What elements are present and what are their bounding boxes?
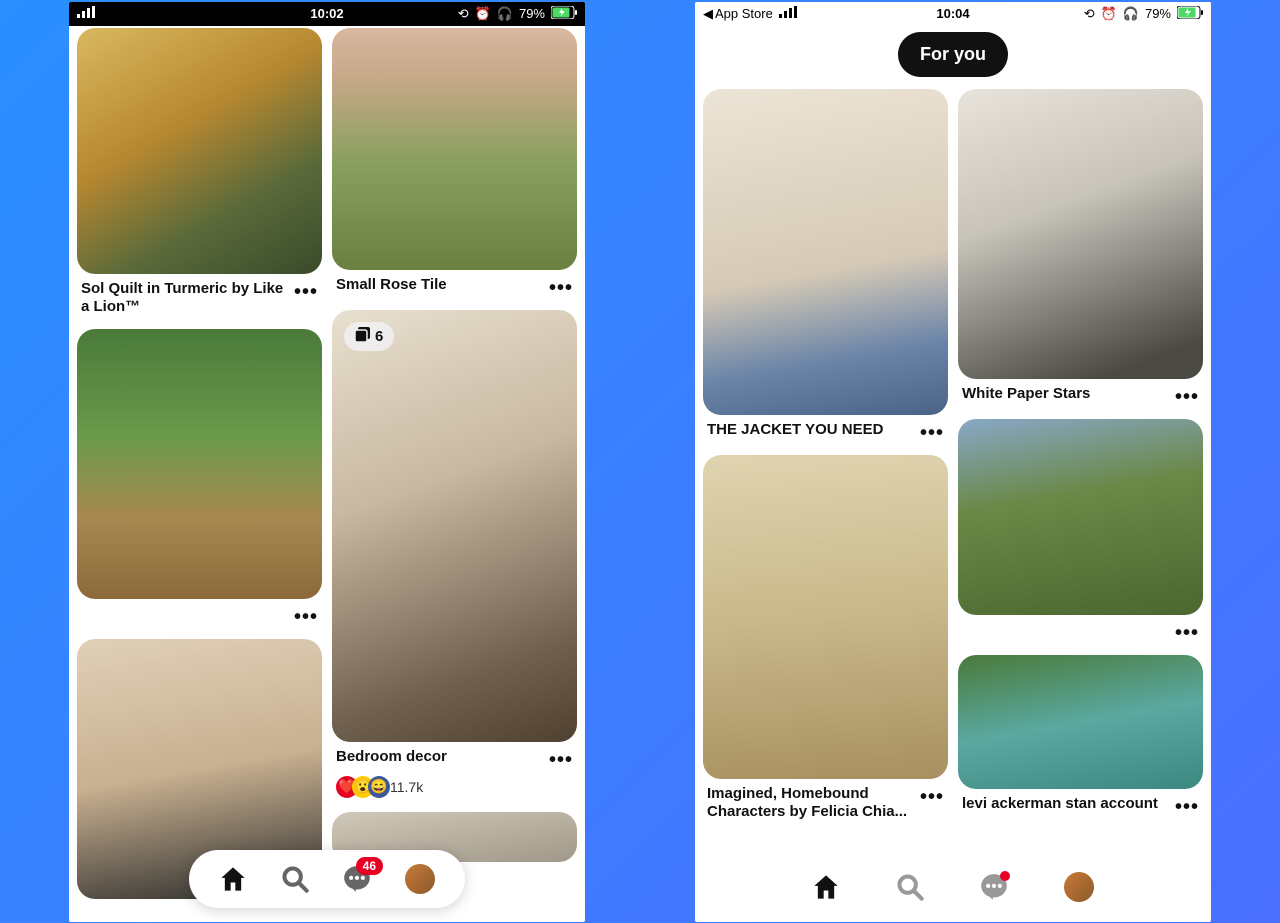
status-bar: ◀ App Store 10:04 ⟲ ⏰ 🎧 79% bbox=[695, 2, 1211, 26]
pin-card[interactable]: THE JACKET YOU NEED ••• bbox=[703, 89, 948, 447]
more-options-icon[interactable]: ••• bbox=[920, 785, 944, 807]
status-bar: 10:02 ⟲ ⏰ 🎧 79% bbox=[69, 2, 585, 26]
more-options-icon[interactable]: ••• bbox=[549, 748, 573, 770]
pin-feed[interactable]: THE JACKET YOU NEED ••• Imagined, Homebo… bbox=[695, 89, 1211, 827]
profile-avatar[interactable] bbox=[405, 864, 435, 894]
pin-title: Imagined, Homebound Characters by Felici… bbox=[707, 785, 920, 823]
orientation-lock-icon: ⟲ bbox=[1084, 6, 1095, 22]
for-you-tab[interactable]: For you bbox=[898, 32, 1008, 77]
status-time: 10:02 bbox=[310, 6, 343, 21]
more-options-icon[interactable]: ••• bbox=[1175, 621, 1199, 643]
signal-icon bbox=[77, 6, 95, 21]
pin-feed[interactable]: Sol Quilt in Turmeric by Like a Lion™ ••… bbox=[69, 28, 585, 900]
headphones-icon: 🎧 bbox=[497, 6, 513, 22]
notification-dot bbox=[1000, 871, 1010, 881]
alarm-icon: ⏰ bbox=[475, 6, 491, 22]
pin-image[interactable] bbox=[958, 419, 1203, 615]
more-options-icon[interactable]: ••• bbox=[1175, 795, 1199, 817]
phone-screen-2: ◀ App Store 10:04 ⟲ ⏰ 🎧 79% For you T bbox=[695, 2, 1211, 922]
headphones-icon: 🎧 bbox=[1123, 6, 1139, 22]
search-icon[interactable] bbox=[896, 873, 924, 901]
more-options-icon[interactable]: ••• bbox=[1175, 385, 1199, 407]
more-options-icon[interactable]: ••• bbox=[549, 276, 573, 298]
chevron-left-icon: ◀ bbox=[703, 6, 713, 22]
pin-image[interactable] bbox=[332, 28, 577, 270]
pin-title: Sol Quilt in Turmeric by Like a Lion™ bbox=[81, 280, 294, 318]
battery-percent: 79% bbox=[519, 6, 545, 21]
pin-card[interactable]: levi ackerman stan account ••• bbox=[958, 655, 1203, 821]
pin-card[interactable]: White Paper Stars ••• bbox=[958, 89, 1203, 411]
battery-percent: 79% bbox=[1145, 6, 1171, 21]
pin-card[interactable]: 6 Bedroom decor ••• ❤️ 😮 😄 11.7k bbox=[332, 310, 577, 804]
laugh-reaction-icon: 😄 bbox=[368, 776, 390, 798]
notifications-icon[interactable]: 46 bbox=[343, 865, 371, 893]
bottom-nav bbox=[782, 858, 1124, 916]
battery-icon bbox=[1177, 6, 1203, 22]
pin-reactions[interactable]: ❤️ 😮 😄 11.7k bbox=[332, 774, 577, 804]
pin-image[interactable] bbox=[77, 28, 322, 274]
pin-title: THE JACKET YOU NEED bbox=[707, 421, 920, 440]
more-options-icon[interactable]: ••• bbox=[294, 605, 318, 627]
pin-card[interactable]: ••• bbox=[77, 329, 322, 631]
stack-icon bbox=[355, 327, 370, 346]
reaction-count: 11.7k bbox=[390, 779, 423, 795]
home-icon[interactable] bbox=[219, 865, 247, 893]
alarm-icon: ⏰ bbox=[1101, 6, 1117, 22]
pin-card[interactable]: ••• bbox=[958, 419, 1203, 647]
search-icon[interactable] bbox=[281, 865, 309, 893]
home-icon[interactable] bbox=[812, 873, 840, 901]
battery-icon bbox=[551, 6, 577, 22]
profile-avatar[interactable] bbox=[1064, 872, 1094, 902]
status-time: 10:04 bbox=[936, 6, 969, 21]
pin-image[interactable] bbox=[703, 89, 948, 415]
pin-image[interactable] bbox=[703, 455, 948, 779]
pin-image[interactable] bbox=[958, 89, 1203, 379]
pin-title: White Paper Stars bbox=[962, 385, 1175, 404]
pin-image[interactable]: 6 bbox=[332, 310, 577, 742]
pin-title: Bedroom decor bbox=[336, 748, 549, 767]
collection-count: 6 bbox=[375, 328, 383, 345]
bottom-nav: 46 bbox=[189, 850, 465, 908]
pin-title: Small Rose Tile bbox=[336, 276, 549, 295]
notifications-icon[interactable] bbox=[980, 873, 1008, 901]
orientation-lock-icon: ⟲ bbox=[458, 6, 469, 22]
more-options-icon[interactable]: ••• bbox=[294, 280, 318, 302]
pin-card[interactable]: Sol Quilt in Turmeric by Like a Lion™ ••… bbox=[77, 28, 322, 322]
pin-image[interactable] bbox=[958, 655, 1203, 789]
back-to-app[interactable]: ◀ App Store bbox=[703, 6, 773, 22]
pin-card[interactable]: Small Rose Tile ••• bbox=[332, 28, 577, 302]
pin-image[interactable] bbox=[77, 329, 322, 599]
pin-card[interactable]: Imagined, Homebound Characters by Felici… bbox=[703, 455, 948, 827]
pin-title: levi ackerman stan account bbox=[962, 795, 1175, 814]
collection-badge[interactable]: 6 bbox=[344, 322, 394, 351]
notification-badge: 46 bbox=[356, 857, 383, 875]
phone-screen-1: 10:02 ⟲ ⏰ 🎧 79% Sol Quilt in Turmeric by… bbox=[69, 2, 585, 922]
signal-icon bbox=[779, 6, 797, 21]
more-options-icon[interactable]: ••• bbox=[920, 421, 944, 443]
